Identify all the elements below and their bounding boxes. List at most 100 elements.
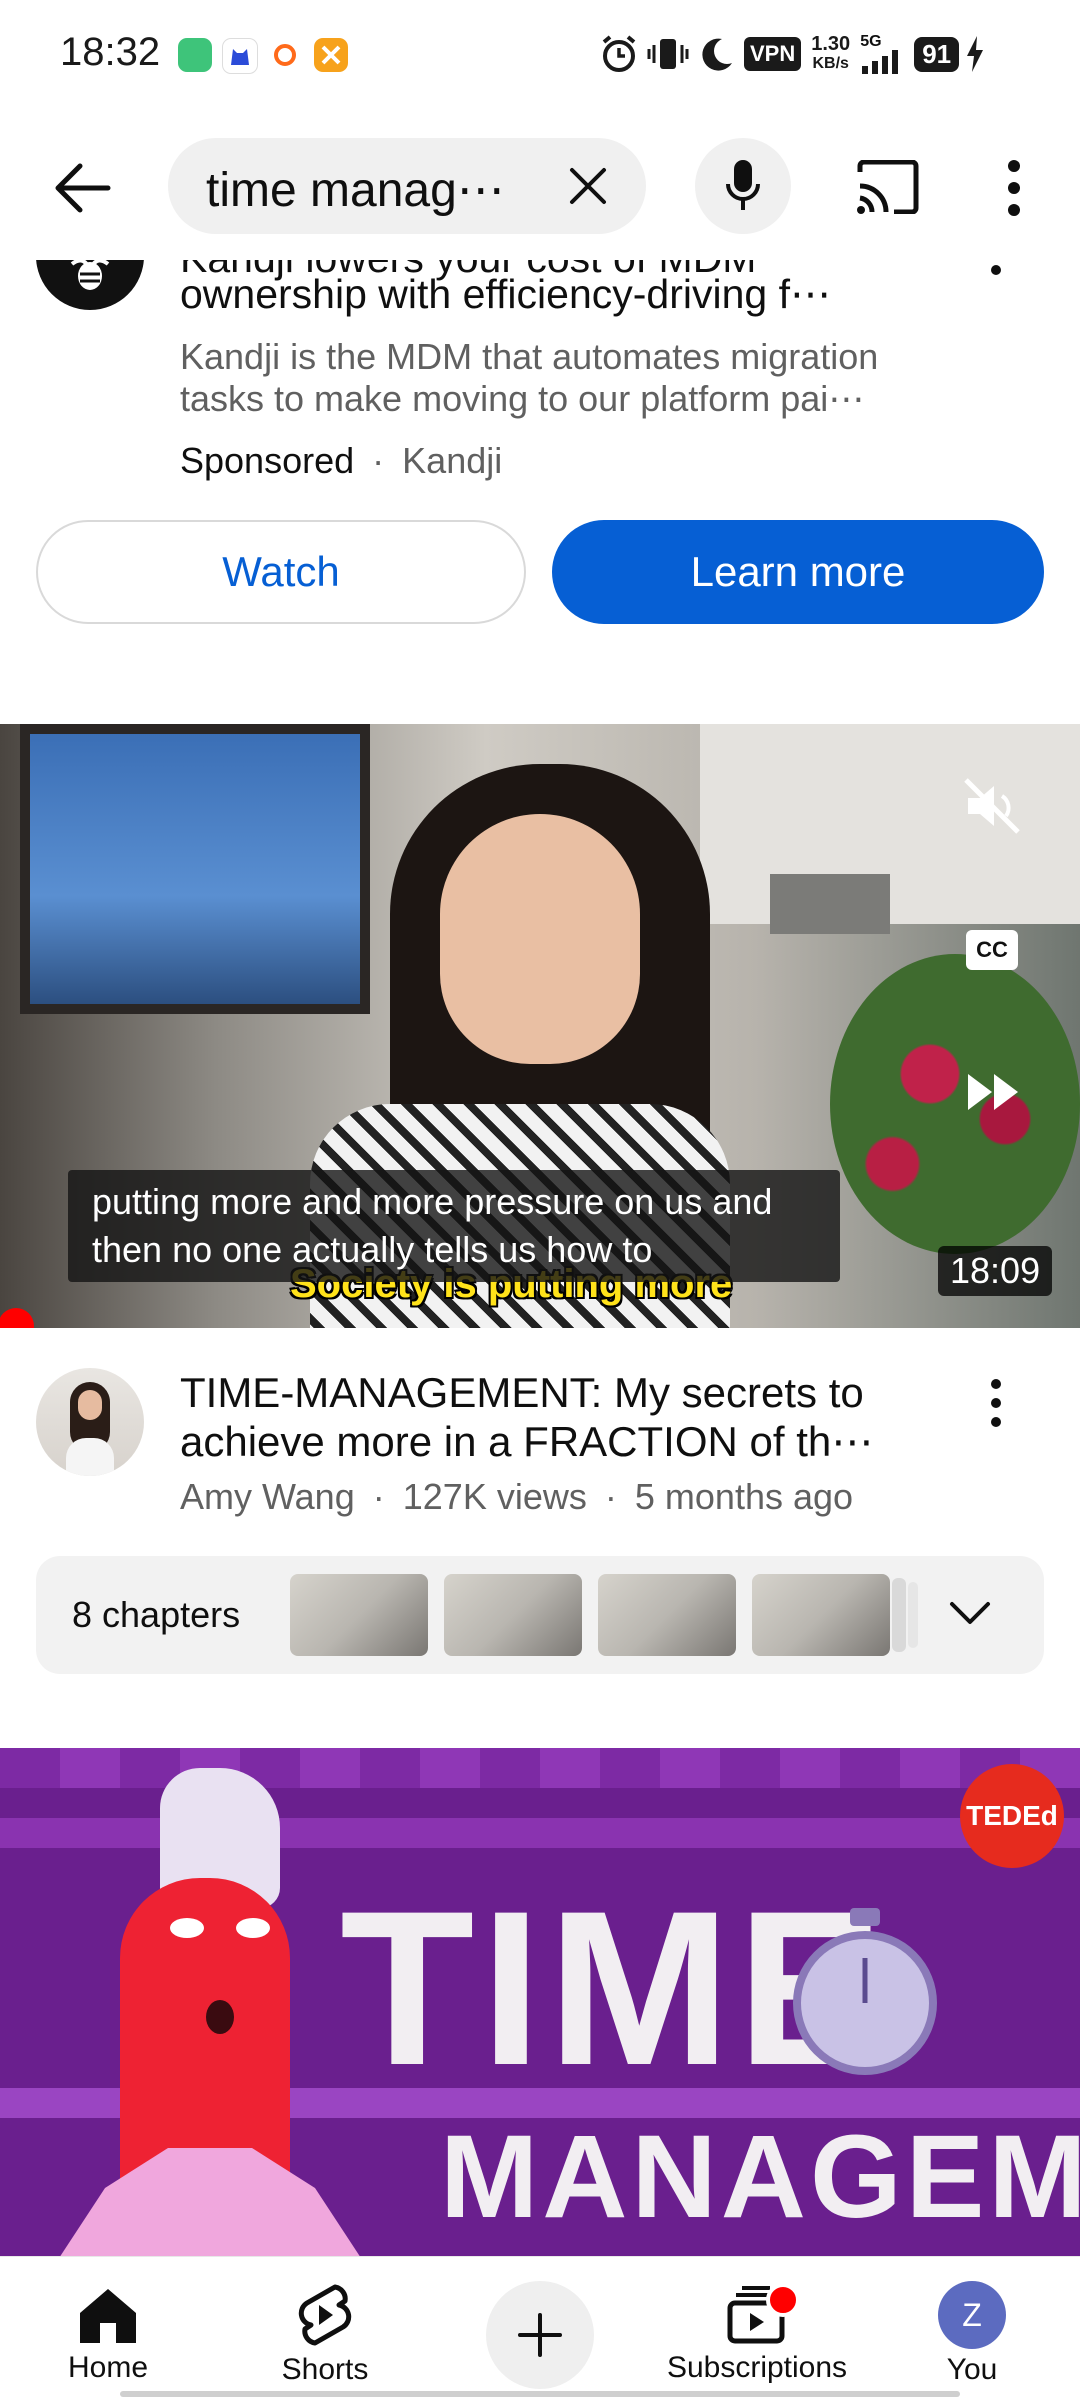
- video-thumbnail-player[interactable]: CC Society is putting more putting more …: [0, 724, 1080, 1328]
- create-button[interactable]: [486, 2281, 594, 2389]
- stopwatch-icon: [793, 1908, 937, 2075]
- more-options-icon[interactable]: [1004, 160, 1024, 216]
- progress-scrubber[interactable]: [0, 1308, 34, 1328]
- nav-subscriptions-label: Subscriptions: [666, 2351, 848, 2384]
- voice-search-button[interactable]: [695, 138, 791, 234]
- nav-home[interactable]: Home: [50, 2257, 166, 2401]
- tools-app-icon: [314, 38, 348, 72]
- muted-speaker-icon[interactable]: [962, 776, 1024, 836]
- video-title-line2: achieve more in a FRACTION of th⋯: [180, 1418, 874, 1465]
- gesture-bar: [120, 2391, 960, 2397]
- cat-app-icon: [222, 38, 258, 74]
- fast-forward-icon[interactable]: [966, 1072, 1022, 1112]
- meta-separator: ·: [372, 1476, 385, 1517]
- clear-search-icon[interactable]: [568, 166, 608, 206]
- nav-subscriptions[interactable]: Subscriptions: [660, 2257, 854, 2401]
- search-top-bar: time manag⋯: [0, 110, 1080, 260]
- advertiser-avatar[interactable]: [36, 260, 144, 310]
- chapter-stack-edge: [908, 1582, 918, 1648]
- ad-more-options-icon[interactable]: [988, 260, 1004, 286]
- avatar-face: [78, 1390, 102, 1420]
- ad-description-line1: Kandji is the MDM that automates migrati…: [180, 336, 879, 377]
- plus-icon: [518, 2313, 562, 2357]
- meta-separator: ·: [372, 440, 385, 481]
- chapter-stack-edge: [892, 1578, 906, 1652]
- shelf-band: [0, 1748, 1080, 1788]
- chapter-thumbnail[interactable]: [598, 1574, 736, 1656]
- upload-age: 5 months ago: [634, 1476, 854, 1517]
- alarm-icon: [602, 35, 636, 72]
- avatar-top: [66, 1438, 114, 1476]
- nav-you[interactable]: Z You: [922, 2257, 1022, 2401]
- signal-icon: [862, 50, 899, 74]
- nav-shorts-label: Shorts: [281, 2353, 369, 2386]
- chapter-thumbnail[interactable]: [444, 1574, 582, 1656]
- character-mouth: [206, 2000, 234, 2034]
- kandji-bee-icon: [70, 260, 110, 290]
- shorts-icon: [298, 2284, 352, 2346]
- caption-line2: then no one actually tells us how to: [92, 1229, 653, 1270]
- network-speed: 1.30 KB/s: [811, 34, 850, 74]
- vpn-badge: VPN: [744, 37, 802, 71]
- window-scene: [20, 724, 370, 1014]
- teded-channel-badge: TEDEd: [960, 1764, 1064, 1868]
- app-notification-icon: [178, 38, 212, 72]
- chapter-thumbnail[interactable]: [752, 1574, 890, 1656]
- network-type: 5G: [860, 33, 882, 50]
- network-speed-unit: KB/s: [812, 55, 849, 72]
- channel-avatar[interactable]: [36, 1368, 144, 1476]
- status-bar: 18:32 VPN 1.30 KB/s 5G 91: [0, 0, 1080, 110]
- circle-app-icon: [268, 38, 302, 72]
- learn-more-button[interactable]: Learn more: [552, 520, 1044, 624]
- sponsored-label: Sponsored: [180, 440, 355, 481]
- home-icon: [80, 2289, 136, 2343]
- ad-description-line2: tasks to make moving to our platform pai…: [180, 378, 865, 419]
- chapters-panel[interactable]: 8 chapters: [36, 1556, 1044, 1674]
- flower-vase: [830, 954, 1080, 1254]
- video-title-line1: TIME-MANAGEMENT: My secrets to: [180, 1369, 864, 1416]
- status-time: 18:32: [60, 30, 161, 74]
- character-eye: [236, 1918, 270, 1938]
- signal-block: 5G: [860, 34, 904, 74]
- video-title[interactable]: TIME-MANAGEMENT: My secrets to achieve m…: [180, 1368, 920, 1466]
- nav-shorts[interactable]: Shorts: [262, 2257, 388, 2401]
- search-query: time manag⋯: [206, 164, 505, 217]
- video-meta: Amy Wang · 127K views · 5 months ago: [180, 1476, 853, 1518]
- charging-bolt-icon: [967, 36, 984, 72]
- watch-button[interactable]: Watch: [36, 520, 526, 624]
- search-input[interactable]: time manag⋯: [168, 138, 646, 234]
- meta-separator: ·: [604, 1476, 617, 1517]
- do-not-disturb-moon-icon: [702, 38, 732, 71]
- presenter-face: [440, 814, 640, 1064]
- closed-captions-button[interactable]: CC: [966, 930, 1018, 970]
- video-more-options-icon[interactable]: [988, 1378, 1004, 1428]
- caption-line1: putting more and more pressure on us and: [92, 1181, 773, 1222]
- nav-you-label: You: [946, 2353, 998, 2386]
- microwave: [770, 874, 890, 934]
- video-duration: 18:09: [938, 1246, 1053, 1296]
- live-caption: putting more and more pressure on us and…: [68, 1170, 840, 1282]
- battery-indicator: 91: [914, 36, 960, 72]
- view-count: 127K views: [402, 1476, 587, 1517]
- network-speed-value: 1.30: [811, 33, 851, 55]
- chapter-thumbnail[interactable]: [290, 1574, 428, 1656]
- chevron-down-icon[interactable]: [948, 1598, 992, 1628]
- thumbnail-title-management: MANAGEMENT: [440, 2111, 1080, 2243]
- nav-home-label: Home: [67, 2351, 149, 2384]
- notification-dot: [766, 2283, 800, 2317]
- ad-description: Kandji is the MDM that automates migrati…: [180, 336, 940, 420]
- back-arrow-icon[interactable]: [52, 160, 112, 216]
- cast-icon[interactable]: [856, 160, 920, 214]
- character-jacket: [0, 2148, 420, 2258]
- avatar: Z: [938, 2281, 1006, 2349]
- ad-sponsor-row: Sponsored · Kandji: [180, 440, 502, 482]
- ted-video-thumbnail[interactable]: TIME MANAGEMENT TEDEd: [0, 1748, 1080, 2258]
- chapters-label: 8 chapters: [72, 1594, 241, 1635]
- ad-title-line2: ownership with efficiency-driving f⋯: [180, 271, 831, 317]
- channel-name[interactable]: Amy Wang: [180, 1476, 355, 1517]
- microphone-icon: [726, 160, 760, 210]
- character-eye: [170, 1918, 204, 1938]
- advertiser-name: Kandji: [402, 440, 503, 481]
- vibrate-icon: [647, 39, 689, 69]
- bottom-navigation: Home Shorts Subscriptions Z You: [0, 2256, 1080, 2401]
